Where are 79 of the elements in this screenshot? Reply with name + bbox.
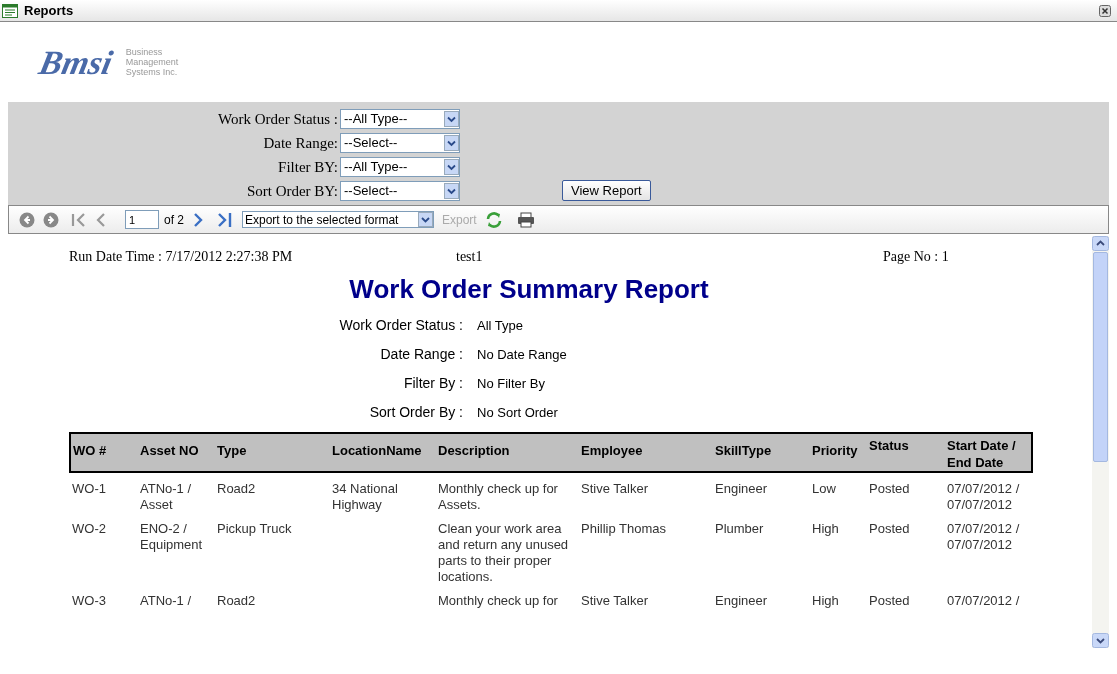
page-number-field[interactable]: 1 (125, 210, 159, 229)
table-cell: Posted (869, 593, 910, 608)
table-cell: Pickup Truck (217, 521, 292, 536)
table-cell: WO-3 (72, 593, 106, 608)
table-cell: Phillip Thomas (581, 521, 667, 536)
column-header: Type (215, 433, 330, 472)
page-count: of 2 (164, 211, 184, 229)
filter-dropdown[interactable]: --Select-- (340, 133, 460, 153)
export-format-dropdown[interactable]: Export to the selected format (242, 211, 434, 228)
scroll-down-icon[interactable] (1092, 633, 1109, 648)
column-header: Status (867, 433, 945, 472)
table-cell: High (812, 593, 839, 608)
table-cell: Clean your work area and return any unused parts to their proper locations. (438, 521, 569, 584)
table-cell: High (812, 521, 839, 536)
column-header: Asset NO (138, 433, 215, 472)
table-cell: ENO-2 / Equipment (140, 521, 203, 552)
table-cell: Low (812, 481, 836, 496)
scroll-thumb[interactable] (1093, 252, 1108, 462)
user-name: test1 (456, 248, 484, 266)
filter-dropdown[interactable]: --All Type-- (340, 109, 460, 129)
window-icon (2, 3, 18, 18)
table-cell: Monthly check up for (438, 593, 558, 608)
table-cell: Engineer (715, 481, 768, 496)
filter-label: Work Order Status : (217, 109, 338, 129)
page-number: Page No : 1 (883, 248, 949, 266)
criteria-value: No Filter By (477, 374, 545, 393)
column-header: LocationName (330, 433, 436, 472)
print-icon[interactable] (516, 211, 535, 228)
table-cell: 07/07/2012 / 07/07/2012 (947, 481, 1020, 512)
column-header: Employee (579, 433, 713, 472)
column-header: Priority (810, 433, 867, 472)
table-cell: WO-2 (72, 521, 106, 536)
table-cell: 07/07/2012 / (947, 593, 1020, 608)
criteria-label: Date Range : (379, 345, 463, 364)
refresh-icon[interactable] (484, 210, 503, 229)
column-header: Start Date / End Date (945, 433, 1032, 472)
filter-label: Date Range: (263, 133, 338, 153)
next-page-icon[interactable] (192, 211, 204, 228)
criteria-value: No Date Range (477, 345, 567, 364)
company-name: Business Management Systems Inc. (125, 47, 179, 77)
table-cell: 07/07/2012 / 07/07/2012 (947, 521, 1020, 552)
view-report-button[interactable]: View Report (562, 180, 651, 201)
table-cell: Stive Talker (581, 593, 648, 608)
filter-dropdown[interactable]: --All Type-- (340, 157, 460, 177)
table-cell: Stive Talker (581, 481, 648, 496)
table-cell: Engineer (715, 593, 768, 608)
criteria-value: All Type (477, 316, 523, 335)
scrollbar[interactable] (1092, 236, 1109, 648)
table-cell: ATNo-1 / (140, 593, 192, 608)
table-cell: Posted (869, 481, 910, 496)
window-title: Reports (24, 1, 74, 20)
column-header: WO # (70, 433, 138, 472)
report-title: Work Order Summary Report (348, 273, 710, 306)
criteria-label: Work Order Status : (338, 316, 463, 335)
last-page-icon[interactable] (216, 211, 234, 228)
first-page-icon[interactable] (71, 211, 87, 228)
back-icon[interactable] (19, 211, 35, 228)
column-header: Description (436, 433, 579, 472)
column-header: SkillType (713, 433, 810, 472)
table-cell: 34 National Highway (332, 481, 398, 512)
table-cell: Posted (869, 521, 910, 536)
filter-label: Filter BY: (278, 157, 338, 177)
logo: Bmsi (35, 42, 117, 83)
table-cell: Road2 (217, 593, 256, 608)
run-date-time: Run Date Time : 7/17/2012 2:27:38 PM (69, 248, 294, 266)
close-icon[interactable] (1099, 4, 1111, 17)
table-cell: ATNo-1 / Asset (140, 481, 192, 512)
filter-label: Sort Order BY: (246, 181, 338, 201)
previous-page-icon[interactable] (95, 211, 107, 228)
criteria-label: Sort Order By : (368, 403, 463, 422)
table-cell: Road2 (217, 481, 256, 496)
criteria-value: No Sort Order (477, 403, 558, 422)
table-cell: Plumber (715, 521, 764, 536)
filter-dropdown[interactable]: --Select-- (340, 181, 460, 201)
forward-icon[interactable] (43, 211, 59, 228)
table-cell: Monthly check up for Assets. (438, 481, 558, 512)
table-cell: WO-1 (72, 481, 106, 496)
scroll-up-icon[interactable] (1092, 236, 1109, 251)
criteria-label: Filter By : (402, 374, 463, 393)
